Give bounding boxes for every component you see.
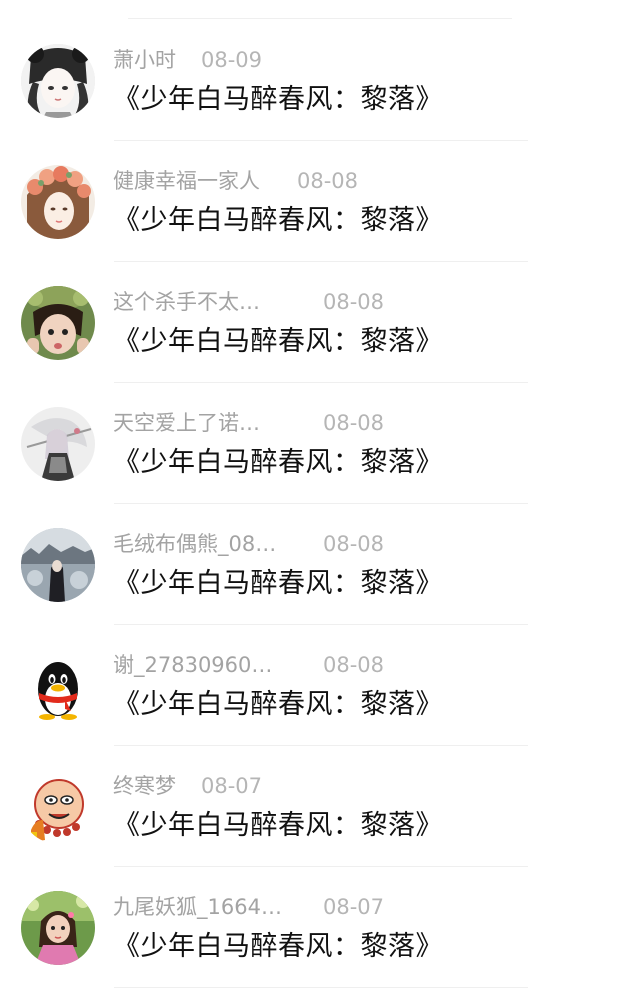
list-item[interactable]: 毛绒布偶熊_08… 08-08 《少年白马醉春风：黎落》 bbox=[0, 504, 640, 625]
avatar-child-photo-icon bbox=[21, 286, 95, 360]
list-item[interactable]: 萧小时 08-09 《少年白马醉春风：黎落》 bbox=[0, 20, 640, 141]
comment-meta: 毛绒布偶熊_08… 08-08 bbox=[113, 529, 533, 559]
comment-text[interactable]: 《少年白马醉春风：黎落》 bbox=[113, 566, 443, 602]
comment-meta: 九尾妖狐_1664… 08-07 bbox=[113, 892, 533, 922]
avatar-anime-swordswoman-icon bbox=[21, 407, 95, 481]
user-name[interactable]: 毛绒布偶熊_08… bbox=[113, 529, 276, 559]
comment-text[interactable]: 《少年白马醉春风：黎落》 bbox=[113, 687, 443, 723]
list-item[interactable]: 这个杀手不太… 08-08 《少年白马醉春风：黎落》 bbox=[0, 262, 640, 383]
list-item[interactable]: 谢_27830960… 08-08 《少年白马醉春风：黎落》 bbox=[0, 625, 640, 746]
avatar-winter-landscape-icon bbox=[21, 528, 95, 602]
user-name[interactable]: 天空爱上了诺… bbox=[113, 408, 260, 438]
avatar[interactable] bbox=[21, 649, 95, 723]
user-name[interactable]: 这个杀手不太… bbox=[113, 287, 260, 317]
user-name[interactable]: 健康幸福一家人 bbox=[113, 166, 260, 196]
comment-meta: 这个杀手不太… 08-08 bbox=[113, 287, 533, 317]
comment-meta: 谢_27830960… 08-08 bbox=[113, 650, 533, 680]
user-name[interactable]: 萧小时 bbox=[113, 45, 176, 75]
list-item[interactable]: 终寒梦 08-07 《少年白马醉春风：黎落》 bbox=[0, 746, 640, 867]
user-name[interactable]: 谢_27830960… bbox=[113, 650, 272, 680]
comment-meta: 健康幸福一家人 08-08 bbox=[113, 166, 533, 196]
avatar[interactable] bbox=[21, 528, 95, 602]
comment-date: 08-07 bbox=[323, 895, 385, 919]
comment-meta: 萧小时 08-09 bbox=[113, 45, 533, 75]
comment-text[interactable]: 《少年白马醉春风：黎落》 bbox=[113, 82, 443, 118]
avatar-girl-photo-icon bbox=[21, 891, 95, 965]
avatar-qq-penguin-icon bbox=[21, 649, 95, 723]
avatar-cartoon-monk-icon bbox=[21, 770, 95, 844]
comment-meta: 终寒梦 08-07 bbox=[113, 771, 533, 801]
avatar-anime-girl-panda-hat-icon bbox=[21, 44, 95, 118]
comment-date: 08-08 bbox=[297, 169, 359, 193]
avatar[interactable] bbox=[21, 286, 95, 360]
divider bbox=[114, 987, 528, 988]
list-item[interactable]: 健康幸福一家人 08-08 《少年白马醉春风：黎落》 bbox=[0, 141, 640, 262]
avatar[interactable] bbox=[21, 165, 95, 239]
avatar[interactable] bbox=[21, 770, 95, 844]
comment-text[interactable]: 《少年白马醉春风：黎落》 bbox=[113, 808, 443, 844]
top-divider bbox=[128, 18, 512, 19]
list-item[interactable]: 九尾妖狐_1664… 08-07 《少年白马醉春风：黎落》 bbox=[0, 867, 640, 988]
comment-list: 萧小时 08-09 《少年白马醉春风：黎落》 健康幸福一家人 08-08 《少年… bbox=[0, 20, 640, 988]
comment-date: 08-08 bbox=[323, 653, 385, 677]
comment-text[interactable]: 《少年白马醉春风：黎落》 bbox=[113, 324, 443, 360]
comment-date: 08-08 bbox=[323, 411, 385, 435]
comment-date: 08-08 bbox=[323, 532, 385, 556]
avatar[interactable] bbox=[21, 891, 95, 965]
comment-text[interactable]: 《少年白马醉春风：黎落》 bbox=[113, 203, 443, 239]
comment-text[interactable]: 《少年白马醉春风：黎落》 bbox=[113, 445, 443, 481]
comment-date: 08-07 bbox=[201, 774, 263, 798]
comment-text[interactable]: 《少年白马醉春风：黎落》 bbox=[113, 929, 443, 965]
avatar-flower-crown-girl-icon bbox=[21, 165, 95, 239]
comment-meta: 天空爱上了诺… 08-08 bbox=[113, 408, 533, 438]
avatar[interactable] bbox=[21, 44, 95, 118]
user-name[interactable]: 九尾妖狐_1664… bbox=[113, 892, 282, 922]
avatar[interactable] bbox=[21, 407, 95, 481]
user-name[interactable]: 终寒梦 bbox=[113, 771, 176, 801]
comment-date: 08-08 bbox=[323, 290, 385, 314]
list-item[interactable]: 天空爱上了诺… 08-08 《少年白马醉春风：黎落》 bbox=[0, 383, 640, 504]
comment-date: 08-09 bbox=[201, 48, 263, 72]
